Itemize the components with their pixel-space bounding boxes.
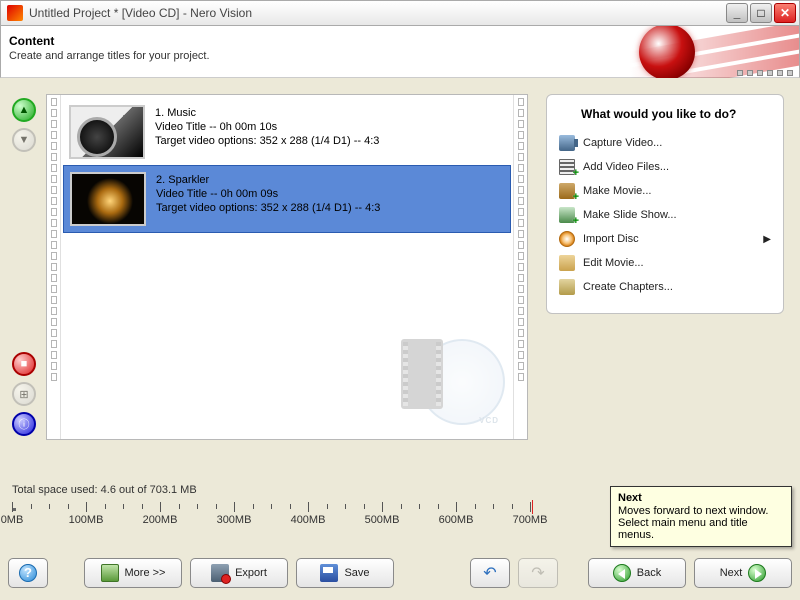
window-titlebar: Untitled Project * [Video CD] - Nero Vis… bbox=[0, 0, 800, 26]
ruler-tick-label: 600MB bbox=[439, 514, 474, 526]
camera-icon bbox=[559, 135, 575, 151]
page-header: Content Create and arrange titles for yo… bbox=[0, 26, 800, 78]
help-button[interactable] bbox=[8, 558, 48, 588]
action-add-video-files[interactable]: Add Video Files... bbox=[557, 155, 773, 179]
action-panel: What would you like to do? Capture Video… bbox=[546, 94, 784, 314]
slideshow-icon bbox=[559, 207, 575, 223]
next-tooltip: Next Moves forward to next window. Selec… bbox=[610, 486, 792, 547]
movie-icon bbox=[559, 183, 575, 199]
tooltip-body: Moves forward to next window. Select mai… bbox=[618, 505, 768, 541]
more-icon bbox=[101, 564, 119, 582]
edit-icon bbox=[559, 255, 575, 271]
header-decoration bbox=[599, 26, 799, 78]
ruler-tick-label: 100MB bbox=[69, 514, 104, 526]
save-button[interactable]: Save bbox=[296, 558, 394, 588]
next-icon bbox=[748, 564, 766, 582]
more-label: More >> bbox=[125, 567, 166, 579]
disc-icon bbox=[559, 231, 575, 247]
window-title: Untitled Project * [Video CD] - Nero Vis… bbox=[29, 6, 726, 20]
redo-icon: ↷ bbox=[531, 563, 544, 583]
space-used-label: Total space used: 4.6 out of 703.1 MB bbox=[12, 484, 197, 496]
clip-options: Target video options: 352 x 288 (1/4 D1)… bbox=[156, 202, 504, 214]
action-import-disc[interactable]: Import Disc ▶ bbox=[557, 227, 773, 251]
action-make-movie[interactable]: Make Movie... bbox=[557, 179, 773, 203]
film-perforation-right bbox=[513, 95, 527, 439]
export-button[interactable]: Export bbox=[190, 558, 288, 588]
watermark-label: VCD bbox=[479, 416, 499, 425]
action-label: Make Slide Show... bbox=[583, 209, 677, 221]
close-button[interactable]: ✕ bbox=[774, 3, 796, 23]
ruler-tick-label: 200MB bbox=[143, 514, 178, 526]
clip-title: 1. Music bbox=[155, 107, 505, 119]
move-down-button[interactable]: ▼ bbox=[12, 128, 36, 152]
undo-icon: ↶ bbox=[483, 563, 496, 583]
app-icon bbox=[7, 5, 23, 21]
export-icon bbox=[211, 564, 229, 582]
action-make-slideshow[interactable]: Make Slide Show... bbox=[557, 203, 773, 227]
action-panel-title: What would you like to do? bbox=[581, 107, 773, 121]
clip-thumbnail bbox=[69, 105, 145, 159]
clip-title: 2. Sparkler bbox=[156, 174, 504, 186]
action-capture-video[interactable]: Capture Video... bbox=[557, 131, 773, 155]
action-label: Import Disc bbox=[583, 233, 639, 245]
next-label: Next bbox=[720, 567, 743, 579]
ruler-tick-label: 700MB bbox=[513, 514, 548, 526]
save-label: Save bbox=[344, 567, 369, 579]
more-button[interactable]: More >> bbox=[84, 558, 182, 588]
next-button[interactable]: Next bbox=[694, 558, 792, 588]
clip-options: Target video options: 352 x 288 (1/4 D1)… bbox=[155, 135, 505, 147]
ruler-tick-label: 500MB bbox=[365, 514, 400, 526]
action-label: Edit Movie... bbox=[583, 257, 644, 269]
clip-item-sparkler[interactable]: 2. Sparkler Video Title -- 0h 00m 09s Ta… bbox=[63, 165, 511, 233]
space-ruler: 0MB100MB200MB300MB400MB500MB600MB700MB bbox=[12, 502, 604, 530]
save-icon bbox=[320, 564, 338, 582]
clip-duration: Video Title -- 0h 00m 09s bbox=[156, 188, 504, 200]
back-button[interactable]: Back bbox=[588, 558, 686, 588]
clip-duration: Video Title -- 0h 00m 10s bbox=[155, 121, 505, 133]
vcd-watermark: VCD bbox=[401, 333, 505, 431]
undo-button[interactable]: ↶ bbox=[470, 558, 510, 588]
action-edit-movie[interactable]: Edit Movie... bbox=[557, 251, 773, 275]
film-perforation-left bbox=[47, 95, 61, 439]
chapters-icon bbox=[559, 279, 575, 295]
grid-button[interactable]: ⊞ bbox=[12, 382, 36, 406]
action-create-chapters[interactable]: Create Chapters... bbox=[557, 275, 773, 299]
bottom-toolbar: More >> Export Save ↶ ↷ Back Next bbox=[0, 556, 800, 590]
export-label: Export bbox=[235, 567, 267, 579]
clip-list-panel: 1. Music Video Title -- 0h 00m 10s Targe… bbox=[46, 94, 528, 440]
ruler-tick-label: 400MB bbox=[291, 514, 326, 526]
tooltip-title: Next bbox=[618, 492, 784, 504]
back-label: Back bbox=[637, 567, 661, 579]
back-icon bbox=[613, 564, 631, 582]
ruler-tick-label: 0MB bbox=[1, 514, 24, 526]
move-up-button[interactable]: ▲ bbox=[12, 98, 36, 122]
maximize-button[interactable]: □ bbox=[750, 3, 772, 23]
action-label: Capture Video... bbox=[583, 137, 662, 149]
action-label: Create Chapters... bbox=[583, 281, 673, 293]
action-label: Add Video Files... bbox=[583, 161, 669, 173]
redo-button[interactable]: ↷ bbox=[518, 558, 558, 588]
help-icon bbox=[19, 564, 37, 582]
ruler-tick-label: 300MB bbox=[217, 514, 252, 526]
clip-thumbnail bbox=[70, 172, 146, 226]
clip-item-music[interactable]: 1. Music Video Title -- 0h 00m 10s Targe… bbox=[63, 99, 511, 165]
film-add-icon bbox=[559, 159, 575, 175]
delete-button[interactable]: ■ bbox=[12, 352, 36, 376]
chevron-right-icon: ▶ bbox=[763, 234, 771, 245]
minimize-button[interactable]: _ bbox=[726, 3, 748, 23]
action-label: Make Movie... bbox=[583, 185, 651, 197]
info-button[interactable]: ⓘ bbox=[12, 412, 36, 436]
